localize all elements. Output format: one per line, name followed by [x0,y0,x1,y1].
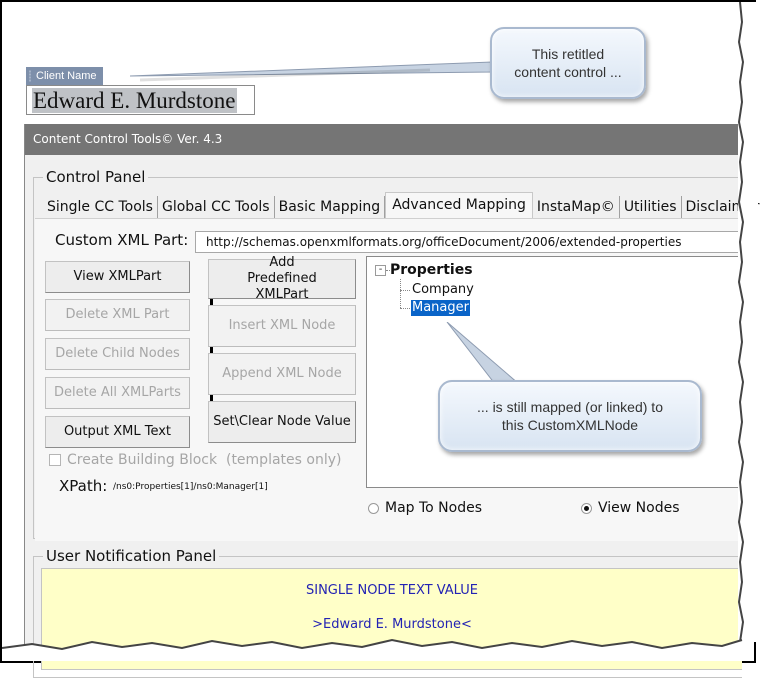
torn-page-edge-right [738,2,758,642]
tree-connector [400,279,401,308]
view-xmlpart-button[interactable]: View XMLPart [45,261,190,293]
callout-pointer [446,322,521,385]
tab-utilities[interactable]: Utilities [620,196,682,218]
callout-text-line: This retitled [531,46,605,62]
window-title-bar[interactable]: Content Control Tools© Ver. 4.3 [25,124,741,155]
tree-node-manager[interactable]: Manager [411,300,470,316]
notification-line: SINGLE NODE TEXT VALUE [306,583,478,598]
tab-instamap[interactable]: InstaMap© [533,196,620,218]
output-xml-text-button[interactable]: Output XML Text [45,416,190,448]
tree-connector [400,290,410,291]
tree-node-company[interactable]: Company [411,282,475,298]
content-control-value[interactable]: Edward E. Murdstone [32,88,237,113]
delete-xml-part-button[interactable]: Delete XML Part [45,299,190,331]
control-panel-label: Control Panel [43,168,149,186]
add-predefined-xmlpart-label: Add Predefined XMLPart [247,255,317,302]
map-to-nodes-label: Map To Nodes [385,500,483,516]
collapse-icon[interactable]: - [375,265,386,276]
delete-all-xmlparts-button[interactable]: Delete All XMLParts [45,377,190,409]
user-notification-label: User Notification Panel [43,547,220,565]
delete-child-nodes-button[interactable]: Delete Child Nodes [45,338,190,370]
create-building-block-checkbox[interactable]: Create Building Block (templates only) [49,452,341,468]
xpath-value: /ns0:Properties[1]/ns0:Manager[1] [113,482,268,492]
view-nodes-radio[interactable]: View Nodes [581,500,680,516]
callout-text-line: content control ... [514,64,622,80]
map-to-nodes-radio[interactable]: Map To Nodes [368,500,482,516]
tab-global-cc-tools[interactable]: Global CC Tools [158,196,275,218]
xml-node-tree[interactable]: - Properties Company Manager [366,256,751,488]
radio-circle [368,502,379,514]
tree-node-properties[interactable]: Properties [390,262,473,278]
callout-text-line: ... is still mapped (or linked) to [477,399,663,415]
append-xml-node-button[interactable]: Append XML Node [208,353,356,395]
callout-text-line: this CustomXMLNode [501,417,639,433]
xpath-label: XPath: [59,477,108,495]
add-predefined-xmlpart-button[interactable]: Add Predefined XMLPart [208,255,356,302]
insert-xml-node-button[interactable]: Insert XML Node [208,305,356,347]
callout-retitled: This retitled content control ... [490,27,646,99]
checkbox-box [49,454,61,466]
callout-still-mapped: ... is still mapped (or linked) to this … [438,380,702,452]
tab-advanced-mapping[interactable]: Advanced Mapping [385,192,533,219]
radio-circle-checked [581,502,592,514]
custom-xml-part-label: Custom XML Part: [55,231,189,249]
tab-single-cc-tools[interactable]: Single CC Tools [43,196,158,218]
callout-pointer [130,61,493,82]
content-control[interactable]: Edward E. Murdstone [26,85,255,115]
window-title: Content Control Tools© Ver. 4.3 [33,132,223,146]
torn-page-edge-bottom [2,630,754,661]
tab-basic-mapping[interactable]: Basic Mapping [275,196,386,218]
view-nodes-label: View Nodes [598,500,680,516]
content-control-title-tag[interactable]: Client Name [26,67,103,85]
tab-strip: Single CC Tools Global CC Tools Basic Ma… [43,192,760,219]
create-building-block-label: Create Building Block (templates only) [67,452,342,468]
set-clear-node-value-button[interactable]: Set\Clear Node Value [208,401,356,443]
custom-xml-part-select[interactable]: http://schemas.openxmlformats.org/office… [195,231,755,253]
tree-connector [400,308,410,309]
content-control-title: Client Name [36,70,97,82]
